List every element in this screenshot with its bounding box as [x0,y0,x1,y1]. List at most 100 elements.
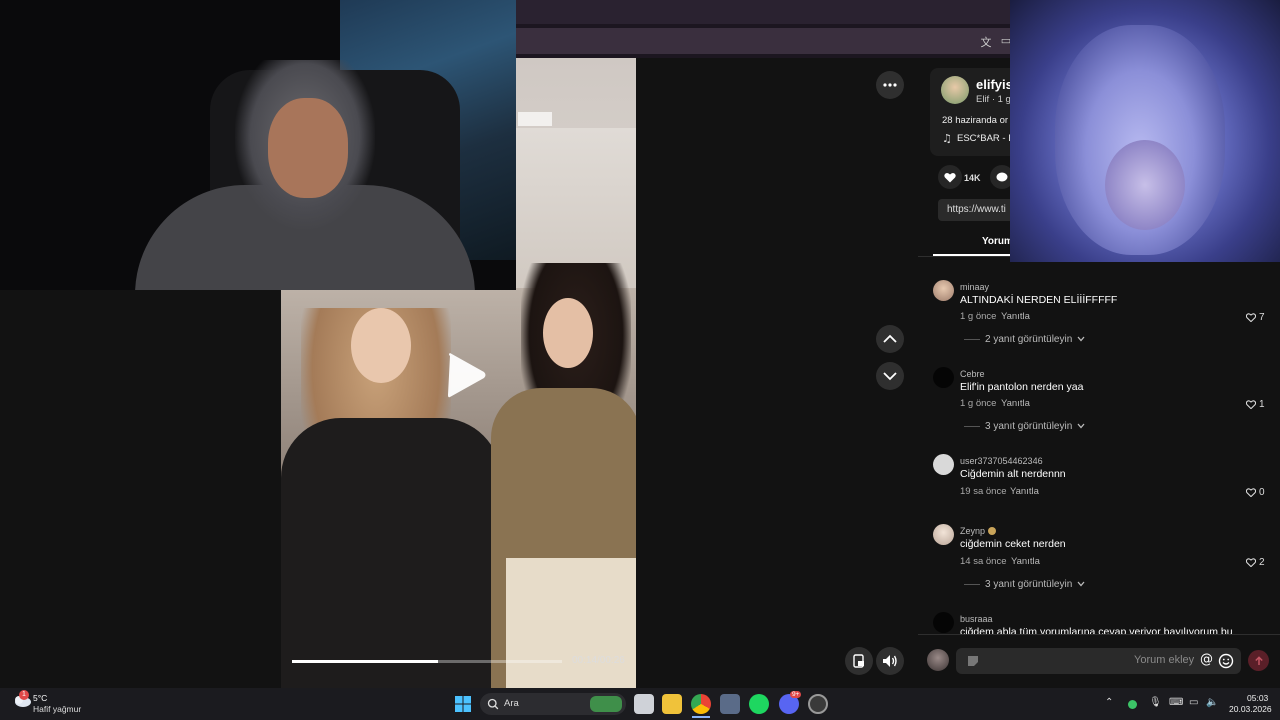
tray-chevron-up-icon[interactable]: ⌃ [1105,697,1113,708]
comment-placeholder: Yorum ekley [1134,654,1195,666]
comment-username[interactable]: Cebre [960,369,985,379]
view-replies-button[interactable]: 2 yanıt görüntüleyin [985,334,1072,345]
author-avatar[interactable] [941,76,969,104]
active-app-indicator [692,716,710,718]
at-icon[interactable]: @ [1200,652,1213,667]
comment-username[interactable]: user3737054462346 [960,456,1043,466]
comment-text: Elif'in pantolon nerden yaa [960,381,1084,393]
chevron-up-icon [883,334,897,343]
comment-like-count: 2 [1259,557,1265,568]
file-explorer-icon[interactable] [662,694,682,714]
taskbar-search[interactable]: Ara [480,693,626,715]
comment-time: 1 g önce [960,398,997,409]
view-replies-button[interactable]: 3 yanıt görüntüleyin [985,579,1072,590]
more-icon [883,83,897,87]
comment-input[interactable]: Yorum ekley @ [956,648,1241,674]
search-highlight-icon [590,696,622,712]
comment-like-count: 7 [1259,312,1265,323]
tray-status-icon[interactable] [1128,700,1137,709]
comment-icon [996,172,1008,181]
send-button[interactable] [1248,650,1269,671]
video-progress-bar[interactable] [292,660,562,663]
comment-text: ALTINDAKİ NERDEN ELİİİFFFFF [960,294,1118,306]
heart-icon[interactable] [1246,400,1256,409]
browser-tab-strip [516,0,1010,24]
browser-address-bar[interactable]: 文 ▭ [516,28,1011,54]
reply-button[interactable]: Yanıtla [1001,398,1030,409]
app-icon[interactable] [720,694,740,714]
share-url-field[interactable]: https://www.ti [938,199,1010,221]
comment-username[interactable]: minaay [960,282,989,292]
clock-time[interactable]: 05:03 [1247,693,1268,703]
emoji-icon[interactable] [1218,653,1234,669]
next-video-button[interactable] [876,362,904,390]
spotify-icon[interactable] [749,694,769,714]
pip-button[interactable] [845,647,873,675]
task-view-icon[interactable] [634,694,654,714]
translate-icon[interactable]: 文 [978,34,994,49]
person-right-pants [506,558,636,688]
share-url: https://www.ti [947,204,1006,215]
comment-username[interactable]: Zeynp [960,526,985,536]
comment-like-count: 1 [1259,399,1265,410]
heart-icon [944,172,956,182]
video-time: 00:14/00:26 [572,655,625,666]
comment-avatar[interactable] [933,454,954,475]
reply-button[interactable]: Yanıtla [1010,486,1039,497]
emoji-badge-icon [988,527,996,535]
author-meta: Elif · 1 g [976,94,1011,105]
comment-avatar[interactable] [933,367,954,388]
reply-line [964,584,980,585]
comment-avatar[interactable] [933,524,954,545]
comment-avatar[interactable] [933,612,954,633]
streamer-webcam [0,0,516,290]
comment-like-count: 0 [1259,487,1265,498]
weather-temp[interactable]: 5°C [33,693,47,703]
person-left-face [351,308,411,383]
microphone-icon[interactable]: 🎙 [1149,697,1162,708]
input-divider [918,634,1280,635]
streamer-face [268,98,348,198]
chevron-down-icon [883,372,897,381]
like-count: 14K [964,173,981,183]
taskbar-search-label: Ara [504,698,519,709]
comment-text: Ciğdemin alt nerdennn [960,468,1066,480]
clock-date[interactable]: 20.03.2026 [1229,704,1272,714]
reply-button[interactable]: Yanıtla [1011,556,1040,567]
music-icon: ♫ [942,132,952,145]
obs-icon[interactable] [808,694,828,714]
weather-desc[interactable]: Hafif yağmur [33,704,81,714]
previous-video-button[interactable] [876,325,904,353]
comment-avatar[interactable] [933,280,954,301]
heart-icon[interactable] [1246,488,1256,497]
network-icon[interactable]: ▭ [1189,697,1198,708]
heart-icon[interactable] [1246,313,1256,322]
comment-time: 19 sa önce [960,486,1007,497]
post-sound[interactable]: ESC*BAR - E [957,133,1015,144]
tab-comments[interactable]: Yorum [982,236,1013,247]
author-username[interactable]: elifyis [976,77,1013,92]
reaction-video-overlay [1010,0,1280,262]
comment-username[interactable]: busraaa [960,614,993,624]
volume-button[interactable] [876,647,904,675]
send-icon [1254,655,1263,665]
keyboard-icon[interactable]: ⌨ [1169,697,1183,708]
like-button[interactable] [938,165,962,189]
heart-icon[interactable] [1246,558,1256,567]
reply-button[interactable]: Yanıtla [1001,311,1030,322]
discord-badge: 9+ [790,691,802,698]
windows-icon[interactable] [455,696,471,712]
my-avatar[interactable] [927,649,949,671]
chrome-icon[interactable] [691,694,711,714]
more-button[interactable] [876,71,904,99]
post-caption: 28 haziranda or [942,115,1009,126]
chevron-down-icon [1077,336,1085,342]
comment-text: ciğdemin ceket nerden [960,538,1066,550]
reply-line [964,339,980,340]
person-right-face [543,298,593,368]
sticker-icon[interactable] [966,654,980,668]
view-replies-button[interactable]: 3 yanıt görüntüleyin [985,421,1072,432]
volume-icon[interactable]: 🔈 [1206,697,1218,708]
comment-time: 1 g önce [960,311,997,322]
play-icon[interactable] [440,350,490,400]
